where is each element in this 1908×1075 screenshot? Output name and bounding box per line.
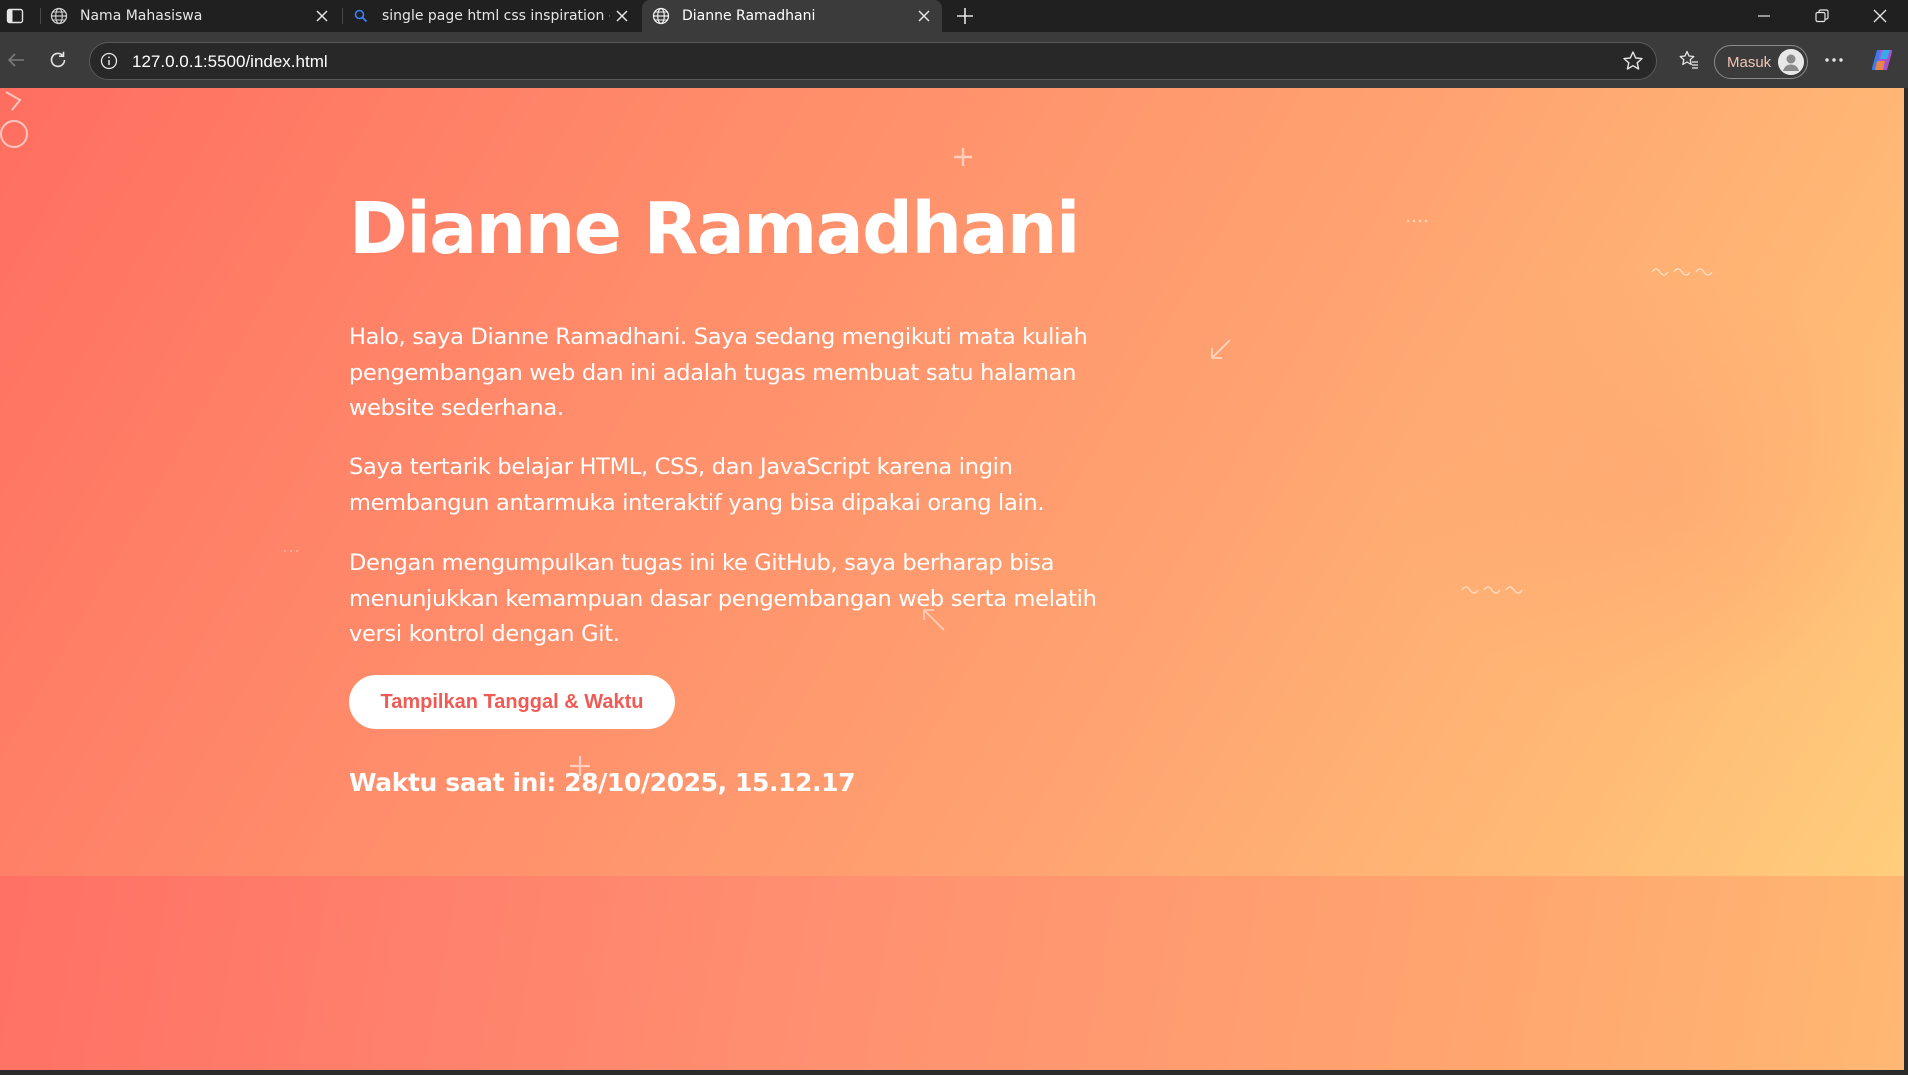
hero-section: Dianne Ramadhani Halo, saya Dianne Ramad… [0, 88, 1904, 876]
reload-icon[interactable] [42, 44, 74, 76]
favorites-icon[interactable] [1673, 44, 1705, 76]
minimize-icon[interactable] [1736, 0, 1792, 32]
new-tab-icon[interactable] [952, 3, 978, 29]
globe-icon [50, 7, 68, 25]
page-title: Dianne Ramadhani [349, 187, 1080, 270]
site-info-icon[interactable] [98, 50, 120, 72]
circle-decoration-icon [0, 91, 28, 148]
wave-decoration-icon [1461, 586, 1523, 594]
show-datetime-button[interactable]: Tampilkan Tanggal & Waktu [349, 675, 675, 729]
tab-title: Dianne Ramadhani [682, 8, 816, 24]
dots-decoration-icon [284, 550, 298, 552]
back-arrow-icon[interactable] [0, 44, 32, 76]
browser-toolbar: 127.0.0.1:5500/index.html Masuk [0, 32, 1908, 88]
scrollbar-track[interactable] [1904, 88, 1908, 1075]
tab-strip: Nama Mahasiswa single page html css insp… [0, 0, 1908, 32]
restore-icon[interactable] [1794, 0, 1850, 32]
github-paragraph: Dengan mengumpulkan tugas ini ke GitHub,… [349, 550, 1097, 647]
intro-paragraph: Halo, saya Dianne Ramadhani. Saya sedang… [349, 324, 1088, 421]
sidebar-toggle-icon[interactable] [4, 4, 26, 28]
url-text: 127.0.0.1:5500/index.html [132, 52, 328, 71]
profile-label: Masuk [1727, 53, 1772, 71]
globe-icon [652, 7, 670, 25]
plus-decoration-icon [954, 148, 972, 166]
address-bar[interactable]: 127.0.0.1:5500/index.html [89, 42, 1657, 80]
profile-button[interactable]: Masuk [1714, 45, 1808, 79]
wave-decoration-icon [1651, 268, 1713, 276]
copilot-icon[interactable] [1866, 44, 1898, 76]
search-icon [352, 7, 370, 25]
close-window-icon[interactable] [1852, 0, 1908, 32]
avatar [1778, 49, 1804, 75]
intro-content: Dianne Ramadhani Halo, saya Dianne Ramad… [349, 187, 1109, 797]
favorite-star-icon[interactable] [1622, 50, 1644, 72]
page-viewport: Dianne Ramadhani Halo, saya Dianne Ramad… [0, 88, 1904, 1070]
tab-dianne-ramadhani[interactable]: Dianne Ramadhani [642, 0, 942, 32]
close-icon[interactable] [610, 4, 634, 28]
tab-single-page-inspiration[interactable]: single page html css inspiration - [342, 0, 640, 32]
close-icon[interactable] [912, 4, 936, 28]
dots-decoration-icon [1406, 219, 1428, 223]
current-time-display: Waktu saat ini: 28/10/2025, 15.12.17 [349, 768, 856, 797]
more-options-icon[interactable] [1818, 44, 1850, 76]
tab-nama-mahasiswa[interactable]: Nama Mahasiswa [40, 0, 340, 32]
arrow-decoration-icon [1211, 339, 1231, 359]
interest-paragraph: Saya tertarik belajar HTML, CSS, dan Jav… [349, 454, 1045, 516]
window-bottom-edge [0, 1070, 1908, 1075]
close-icon[interactable] [310, 4, 334, 28]
tab-title: Nama Mahasiswa [80, 8, 203, 24]
tab-title: single page html css inspiration - [382, 8, 610, 24]
